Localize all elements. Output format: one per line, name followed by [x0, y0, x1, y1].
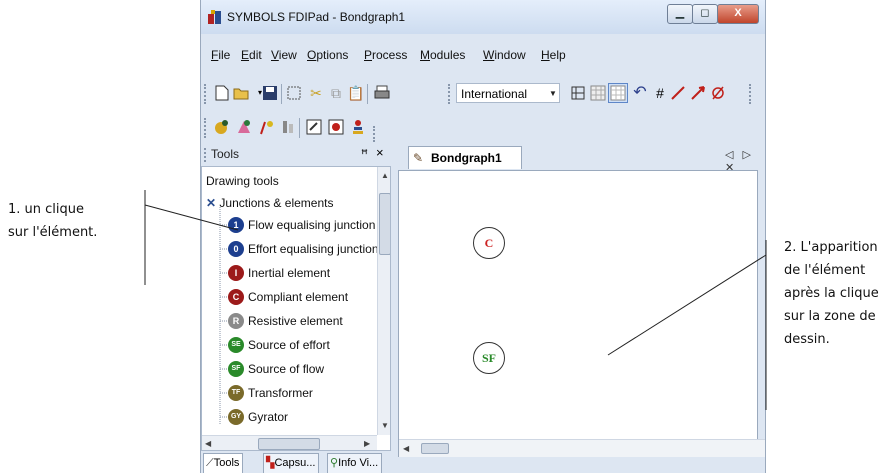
- annotation-right: 2. L'apparition de l'élément après la cl…: [784, 240, 879, 347]
- annotation-left: 1. un clique sur l'élément.: [8, 202, 98, 240]
- annotation-lines: [144, 190, 767, 410]
